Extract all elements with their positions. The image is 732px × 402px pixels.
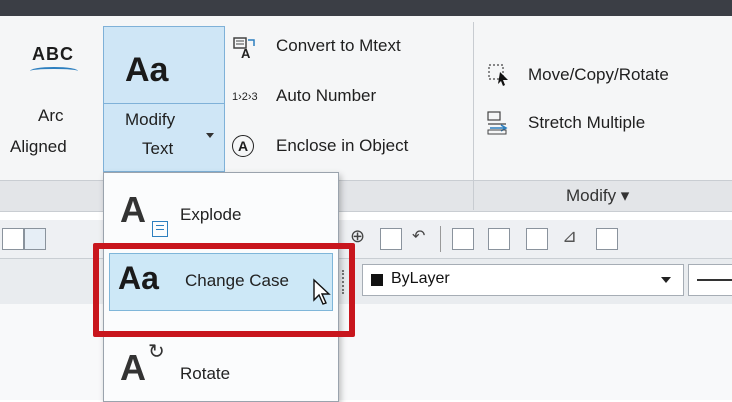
title-bar: [0, 0, 732, 16]
copy-icon[interactable]: [2, 228, 24, 250]
move-copy-rotate-button[interactable]: Move/Copy/Rotate: [486, 62, 732, 92]
menu-item-rotate[interactable]: A ↻ Rotate: [104, 333, 338, 399]
stretch-multiple-icon: [487, 111, 508, 135]
explode-box-icon: [152, 221, 168, 237]
color-swatch-icon: [371, 274, 383, 286]
linetype-dropdown[interactable]: [688, 264, 732, 296]
modify-text-label-line1: Modify: [125, 110, 176, 129]
chevron-down-icon: [661, 277, 671, 283]
auto-number-button[interactable]: 1›2›3 Auto Number: [232, 84, 472, 114]
arc-curve-icon: [30, 67, 78, 75]
rotate-label: Rotate: [180, 364, 231, 383]
enclose-in-object-label: Enclose in Object: [276, 136, 409, 155]
menu-item-explode[interactable]: A Explode: [104, 181, 338, 247]
auto-number-icon: 1›2›3: [232, 91, 258, 103]
arc-aligned-button[interactable]: ABC Arc Aligned: [10, 30, 100, 170]
modify-panel-title[interactable]: Modify ▾: [566, 186, 629, 206]
arc-aligned-icon: ABC: [32, 44, 74, 64]
mouse-cursor-icon: [313, 278, 331, 305]
layer-dropdown-value: ByLayer: [391, 270, 450, 287]
linetype-preview: [697, 279, 732, 281]
rotate-icon: A: [120, 347, 146, 388]
explode-icon: A: [120, 189, 146, 230]
modify-text-button[interactable]: Aa Modify Text: [103, 26, 225, 172]
chevron-down-icon[interactable]: [206, 133, 214, 138]
auto-number-label: Auto Number: [276, 86, 377, 105]
move-copy-rotate-icon: [488, 64, 508, 86]
explode-label: Explode: [180, 205, 242, 224]
paint-icon[interactable]: [24, 228, 46, 250]
layer-dropdown[interactable]: ByLayer: [362, 264, 684, 296]
modify-text-icon: Aa: [125, 51, 169, 89]
table-icon[interactable]: [596, 228, 618, 250]
convert-to-mtext-button[interactable]: A Convert to Mtext: [232, 34, 472, 64]
stretch-multiple-label: Stretch Multiple: [528, 113, 646, 132]
rotate-arrow-icon: ↻: [148, 341, 165, 363]
move-copy-rotate-label: Move/Copy/Rotate: [528, 65, 669, 84]
modify-text-label-line2: Text: [142, 139, 174, 158]
properties-icon[interactable]: [452, 228, 474, 250]
split-button-divider: [104, 103, 224, 104]
zoom-previous-icon[interactable]: ↶: [412, 226, 425, 246]
match-properties-icon[interactable]: ⊿: [562, 226, 577, 247]
arc-aligned-label-line2: Aligned: [10, 137, 67, 156]
enclose-circle-icon: A: [232, 135, 254, 157]
convert-mtext-icon: A: [233, 37, 255, 60]
palette-icon[interactable]: [526, 228, 548, 250]
grid-icon[interactable]: [488, 228, 510, 250]
stretch-multiple-button[interactable]: Stretch Multiple: [486, 110, 732, 140]
convert-to-mtext-label: Convert to Mtext: [276, 36, 401, 55]
arc-aligned-label-line1: Arc: [38, 106, 64, 125]
enclose-in-object-button[interactable]: A Enclose in Object: [232, 134, 472, 164]
window-zoom-icon[interactable]: [380, 228, 402, 250]
ribbon-separator: [473, 22, 474, 210]
toolbar-separator: [440, 226, 441, 252]
svg-text:A: A: [241, 46, 251, 60]
